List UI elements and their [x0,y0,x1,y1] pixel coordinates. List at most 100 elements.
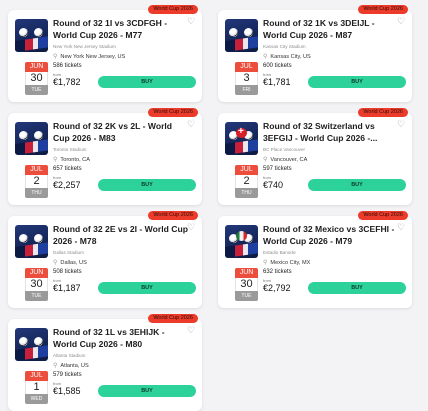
buy-button[interactable]: BUY [98,282,196,294]
event-date: JUL 2 THU [235,165,258,198]
date-weekday: TUE [25,291,48,301]
soccer-ball-icon [34,28,43,37]
event-thumbnail[interactable] [15,328,48,361]
event-thumbnail[interactable] [225,122,258,155]
event-location: ⚲ Atlanta, US [53,362,89,369]
date-month: JUL [25,165,48,175]
switzerland-flag-icon [236,126,247,138]
soccer-ball-icon [19,234,28,243]
event-title[interactable]: Round of 32 Switzerland vs 3EFGIJ - Worl… [263,121,398,144]
soccer-ball-icon [34,234,43,243]
event-location: ⚲ Vancouver, CA [263,156,307,163]
event-title[interactable]: Round of 32 1K vs 3DEIJL - World Cup 202… [263,18,398,41]
price-value: €740 [263,180,284,190]
event-card[interactable]: World Cup 2026 JUL 3 FRI Round of 32 1K … [218,5,412,102]
location-pin-icon: ⚲ [263,54,268,60]
thumbnail-stripe [15,345,48,361]
event-title[interactable]: Round of 32 Mexico vs 3CEFHI - World Cup… [263,224,398,247]
location-text: New York New Jersey, US [60,54,126,60]
heart-icon[interactable]: ♡ [187,17,196,26]
date-weekday: FRI [235,85,258,95]
thumbnail-stripe [225,36,258,52]
event-date: JUN 30 TUE [235,268,258,301]
event-card[interactable]: World Cup 2026 JUN 30 TUE Round of 32 1I… [8,5,202,102]
buy-button[interactable]: BUY [98,76,196,88]
venue-name: BC Place Vancouver [263,147,306,152]
location-pin-icon: ⚲ [53,54,58,60]
date-month: JUN [25,268,48,278]
event-card[interactable]: World Cup 2026 JUL 1 WED Round of 32 1L … [8,314,202,411]
ticket-count: 508 tickets [53,269,82,275]
date-day: 2 [25,175,48,188]
ticket-count: 586 tickets [53,63,82,69]
thumbnail-stripe [15,242,48,258]
location-text: Atlanta, US [60,363,89,369]
venue-name: Estadio Banorte [263,250,296,255]
ticket-count: 632 tickets [263,269,292,275]
event-location: ⚲ Kansas City, US [263,53,311,60]
location-text: Vancouver, CA [270,157,308,163]
date-weekday: TUE [235,291,258,301]
buy-button[interactable]: BUY [308,76,406,88]
date-day: 30 [235,278,258,291]
venue-name: New York New Jersey Stadium [53,44,116,49]
category-tag: World Cup 2026 [358,108,408,117]
soccer-ball-icon [19,131,28,140]
heart-icon[interactable]: ♡ [397,120,406,129]
event-title[interactable]: Round of 32 1I vs 3CDFGH - World Cup 202… [53,18,188,41]
location-text: Mexico City, MX [270,260,311,266]
ticket-count: 579 tickets [53,372,82,378]
buy-button[interactable]: BUY [98,179,196,191]
date-month: JUN [25,62,48,72]
event-card[interactable]: World Cup 2026 JUL 2 THU Round of 32 2K … [8,108,202,205]
mexico-flag-icon [236,231,247,241]
heart-icon[interactable]: ♡ [187,120,196,129]
event-thumbnail[interactable] [15,122,48,155]
buy-button[interactable]: BUY [308,282,406,294]
event-thumbnail[interactable] [15,19,48,52]
venue-name: Kansas City Stadium [263,44,306,49]
price-value: €2,792 [263,283,291,293]
event-date: JUL 1 WED [25,371,48,404]
date-weekday: WED [25,394,48,404]
heart-icon[interactable]: ♡ [187,223,196,232]
ticket-count: 600 tickets [263,63,292,69]
venue-name: Dallas Stadium [53,250,84,255]
location-pin-icon: ⚲ [263,260,268,266]
heart-icon[interactable]: ♡ [187,326,196,335]
heart-icon[interactable]: ♡ [397,223,406,232]
event-date: JUL 2 THU [25,165,48,198]
location-text: Kansas City, US [270,54,311,60]
event-card[interactable]: World Cup 2026 JUL 2 THU Round of 32 Swi… [218,108,412,205]
venue-name: Toronto Stadium [53,147,87,152]
event-thumbnail[interactable] [225,225,258,258]
price-value: €1,782 [53,77,81,87]
buy-button[interactable]: BUY [98,385,196,397]
event-date: JUN 30 TUE [25,62,48,95]
location-text: Toronto, CA [60,157,90,163]
buy-button[interactable]: BUY [308,179,406,191]
date-day: 30 [25,278,48,291]
ticket-count: 657 tickets [53,166,82,172]
heart-icon[interactable]: ♡ [397,17,406,26]
event-location: ⚲ Dallas, US [53,259,87,266]
price-value: €1,781 [263,77,291,87]
event-card[interactable]: World Cup 2026 JUN 30 TUE Round of 32 Me… [218,211,412,308]
event-title[interactable]: Round of 32 2E vs 2I - World Cup 2026 - … [53,224,188,247]
event-thumbnail[interactable] [15,225,48,258]
event-title[interactable]: Round of 32 2K vs 2L - World Cup 2026 - … [53,121,188,144]
location-text: Dallas, US [60,260,87,266]
event-date: JUN 30 TUE [25,268,48,301]
category-tag: World Cup 2026 [148,108,198,117]
event-card[interactable]: World Cup 2026 JUN 30 TUE Round of 32 2E… [8,211,202,308]
price-value: €2,257 [53,180,81,190]
event-title[interactable]: Round of 32 1L vs 3EHIJK - World Cup 202… [53,327,188,350]
date-day: 30 [25,72,48,85]
thumbnail-stripe [225,242,258,258]
date-day: 2 [235,175,258,188]
soccer-ball-icon [19,28,28,37]
event-location: ⚲ New York New Jersey, US [53,53,125,60]
thumbnail-stripe [15,139,48,155]
category-tag: World Cup 2026 [358,5,408,14]
event-thumbnail[interactable] [225,19,258,52]
